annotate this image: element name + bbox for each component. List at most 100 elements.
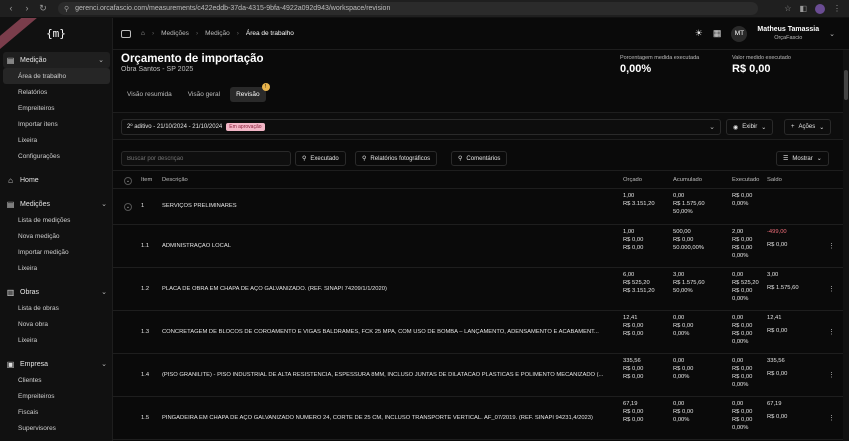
sidebar-item[interactable]: Lixeira bbox=[0, 332, 112, 348]
photo-reports-button[interactable]: ⚲ Relatórios fotográficos bbox=[355, 151, 438, 166]
balance-value: 12,41 bbox=[767, 315, 782, 321]
url-text: gerenci.orcafascio.com/measurements/c422… bbox=[75, 5, 391, 12]
comments-button[interactable]: ⚲ Comentários bbox=[451, 151, 508, 166]
browser-menu-icon[interactable]: ⋮ bbox=[833, 4, 841, 14]
row-menu-icon[interactable]: ⋮ bbox=[828, 371, 835, 379]
kpi-percent-value: 0,00% bbox=[620, 63, 652, 75]
table-row[interactable]: 1.3 CONCRETAGEM DE BLOCOS DE COROAMENTO E… bbox=[113, 311, 849, 354]
sidebar-group[interactable]: ⌂ Home bbox=[0, 172, 112, 188]
sidebar-toggle-icon[interactable] bbox=[121, 29, 131, 38]
sidebar-group[interactable]: ▣ Empresa ⌄ bbox=[0, 356, 112, 372]
sidebar-group[interactable]: ▤ Medição ⌄ bbox=[3, 52, 110, 68]
row-menu-icon[interactable]: ⋮ bbox=[828, 328, 835, 336]
executed-value: R$ 0,00 bbox=[732, 237, 753, 243]
sidebar-item[interactable]: Importar medição bbox=[0, 244, 112, 260]
breadcrumb-item[interactable]: Medição bbox=[205, 30, 230, 37]
scrollbar-thumb[interactable] bbox=[844, 70, 848, 100]
scrollbar[interactable] bbox=[843, 50, 849, 441]
logo[interactable]: {m} bbox=[43, 25, 69, 41]
view-button[interactable]: ◉ Exibir ⌄ bbox=[726, 119, 774, 135]
sidebar-item[interactable]: Relatórios bbox=[0, 84, 112, 100]
address-bar[interactable]: ⚲ gerenci.orcafascio.com/measurements/c4… bbox=[58, 2, 758, 15]
accumulated-value: R$ 0,00 bbox=[673, 237, 694, 243]
row-menu-icon[interactable]: ⋮ bbox=[828, 285, 835, 293]
sidebar-item[interactable]: Empreiteiros bbox=[0, 100, 112, 116]
table-row[interactable]: 1.4 (PISO GRANILITE) - PISO INDUSTRIAL DE… bbox=[113, 354, 849, 397]
row-menu-icon[interactable]: ⋮ bbox=[828, 414, 835, 422]
executed-filter-button[interactable]: ⚲ Executado bbox=[295, 151, 346, 166]
user-info[interactable]: Matheus Tamassia OrçaFascio bbox=[757, 25, 819, 43]
accumulated-value: 3,00 bbox=[673, 272, 685, 278]
sidebar-item[interactable]: Configurações bbox=[0, 148, 112, 164]
row-description: ADMINISTRAÇÃO LOCAL bbox=[162, 243, 231, 249]
profile-avatar[interactable] bbox=[815, 3, 825, 14]
accumulated-value: R$ 0,00 bbox=[673, 323, 694, 329]
user-avatar[interactable]: MT bbox=[731, 25, 748, 42]
actions-button[interactable]: + Ações ⌄ bbox=[784, 119, 832, 135]
forward-icon[interactable]: › bbox=[22, 3, 32, 14]
row-menu-icon[interactable]: ⋮ bbox=[828, 242, 835, 250]
theme-toggle-icon[interactable]: ☀ bbox=[695, 28, 703, 39]
reload-icon[interactable]: ↻ bbox=[38, 3, 48, 14]
sidebar-item[interactable]: Empreiteiros bbox=[0, 388, 112, 404]
extensions-icon[interactable]: ◧ bbox=[799, 4, 807, 14]
accumulated-value: 50.000,00% bbox=[673, 245, 704, 251]
sidebar-item[interactable]: Lixeira bbox=[0, 132, 112, 148]
breadcrumb: ⌂ › Medições › Medição › Área de trabalh… bbox=[141, 30, 294, 37]
expand-all-icon[interactable]: ⌄ bbox=[124, 177, 132, 185]
accumulated-value: 0,00 bbox=[673, 358, 685, 364]
table-row[interactable]: 1.5 PINGADEIRA EM CHAPA DE AÇO GALVANIZAD… bbox=[113, 397, 849, 440]
breadcrumb-item[interactable]: Medições bbox=[161, 30, 189, 37]
chevron-down-icon: ⌄ bbox=[816, 156, 822, 162]
revision-select[interactable]: 2º aditivo - 21/10/2024 - 21/10/2024 Em … bbox=[121, 119, 721, 135]
sidebar-item[interactable]: Lixeira bbox=[0, 260, 112, 276]
sidebar-item[interactable]: Nova obra bbox=[0, 316, 112, 332]
chevron-down-icon: ⌄ bbox=[98, 57, 104, 64]
chevron-down-icon: ⌄ bbox=[101, 201, 107, 208]
show-columns-button[interactable]: ☰ Mostrar ⌄ bbox=[776, 151, 829, 166]
tab-revision-label: Revisão bbox=[236, 91, 260, 98]
sidebar-group[interactable]: ▥ Obras ⌄ bbox=[0, 284, 112, 300]
budgeted-value: R$ 0,00 bbox=[623, 245, 644, 251]
accumulated-value: R$ 0,00 bbox=[673, 409, 694, 415]
header-accumulated[interactable]: Acumulado bbox=[673, 177, 702, 185]
sidebar-item[interactable]: Supervisores bbox=[0, 420, 112, 436]
header-budgeted[interactable]: Orçado bbox=[623, 177, 642, 185]
sidebar-item[interactable]: Importar itens bbox=[0, 116, 112, 132]
sidebar-item[interactable]: Área de trabalho bbox=[3, 68, 110, 84]
tab-revision[interactable]: Revisão ! bbox=[230, 83, 270, 102]
chevron-down-icon[interactable]: ⌄ bbox=[829, 30, 835, 38]
home-icon[interactable]: ⌂ bbox=[141, 30, 145, 37]
tab-overview[interactable]: Visão geral bbox=[182, 87, 226, 102]
header-executed[interactable]: Executado bbox=[732, 177, 759, 185]
sidebar-item[interactable]: Nova medição bbox=[0, 228, 112, 244]
kpi-percent-label: Porcentagem medida executada bbox=[620, 55, 700, 61]
search-input[interactable] bbox=[127, 155, 290, 162]
table-row[interactable]: ⌄ 1 SERVIÇOS PRELIMINARES 1,00 R$ 3.151,20 0,… bbox=[113, 189, 849, 225]
filter-icon: ⚲ bbox=[362, 156, 367, 162]
expand-row-icon[interactable]: ⌄ bbox=[124, 203, 132, 211]
sidebar-item[interactable]: Lista de medições bbox=[0, 212, 112, 228]
header-balance[interactable]: Saldo bbox=[767, 177, 782, 185]
apps-grid-icon[interactable]: ▦ bbox=[713, 28, 722, 39]
budgeted-value: R$ 3.151,20 bbox=[623, 201, 655, 207]
table-row[interactable]: 1.1 ADMINISTRAÇÃO LOCAL 1,00 R$ 0,00 R$ 0,00… bbox=[113, 225, 849, 268]
site-info-icon[interactable]: ⚲ bbox=[64, 5, 69, 13]
view-button-label: Exibir bbox=[742, 124, 758, 130]
sidebar-item[interactable]: Clientes bbox=[0, 372, 112, 388]
home-icon: ⌂ bbox=[8, 175, 13, 185]
tab-summary[interactable]: Visão resumida bbox=[121, 87, 178, 102]
header-description[interactable]: Descrição bbox=[162, 177, 188, 185]
sidebar-group[interactable]: ▤ Medições ⌄ bbox=[0, 196, 112, 212]
eye-icon: ◉ bbox=[733, 124, 739, 131]
executed-value: R$ 525,20 bbox=[732, 280, 759, 286]
sidebar-item[interactable]: Fiscais bbox=[0, 404, 112, 420]
table-row[interactable]: 1.2 PLACA DE OBRA EM CHAPA DE AÇO GALVANI… bbox=[113, 268, 849, 311]
header-item[interactable]: Item bbox=[141, 177, 152, 185]
balance-value: R$ 0,00 bbox=[767, 371, 788, 377]
bookmark-icon[interactable]: ☆ bbox=[784, 4, 791, 14]
sidebar-item[interactable]: Lista de obras bbox=[0, 300, 112, 316]
search-field[interactable] bbox=[121, 151, 291, 166]
back-icon[interactable]: ‹ bbox=[6, 3, 16, 14]
